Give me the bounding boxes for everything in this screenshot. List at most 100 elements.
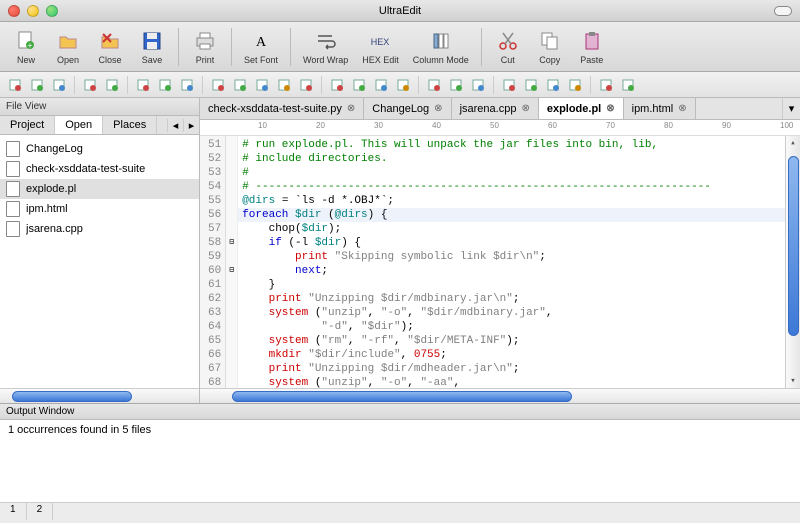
toolbar2-button[interactable] bbox=[156, 76, 174, 94]
toolbar2-button[interactable] bbox=[394, 76, 412, 94]
code-line: system ("rm", "-rf", "$dir/META-INF"); bbox=[242, 334, 779, 348]
output-tab[interactable]: 2 bbox=[27, 503, 54, 520]
scrollbar-thumb[interactable] bbox=[788, 156, 799, 336]
toolbar2-button[interactable] bbox=[522, 76, 540, 94]
paste-button[interactable]: Paste bbox=[572, 26, 612, 67]
sidebar-tab-places[interactable]: Places bbox=[103, 116, 157, 134]
toolbar2-button[interactable] bbox=[28, 76, 46, 94]
hex-edit-button[interactable]: HEXHEX Edit bbox=[356, 26, 405, 67]
file-list-item[interactable]: explode.pl bbox=[0, 179, 199, 199]
fold-marker[interactable]: ⊟ bbox=[226, 236, 237, 250]
close-tab-icon[interactable]: ⊗ bbox=[347, 103, 355, 114]
toolbar2-button[interactable] bbox=[447, 76, 465, 94]
toolbar2-button[interactable] bbox=[566, 76, 584, 94]
toolbar2-button[interactable] bbox=[544, 76, 562, 94]
toolbar2-button[interactable] bbox=[275, 76, 293, 94]
toolbar-item-label: Open bbox=[57, 55, 79, 65]
tabs-overflow-button[interactable]: ▾ bbox=[782, 98, 800, 119]
close-tab-icon[interactable]: ⊗ bbox=[521, 103, 529, 114]
save-button[interactable]: Save bbox=[132, 26, 172, 67]
toolbar2-button[interactable] bbox=[209, 76, 227, 94]
scrollbar-thumb[interactable] bbox=[232, 391, 572, 402]
print-button[interactable]: Print bbox=[185, 26, 225, 67]
toolbar-separator bbox=[231, 28, 232, 66]
file-list-item[interactable]: jsarena.cpp bbox=[0, 219, 199, 239]
titlebar: UltraEdit bbox=[0, 0, 800, 22]
scrollbar-thumb[interactable] bbox=[12, 391, 132, 402]
zoom-window-button[interactable] bbox=[46, 5, 58, 17]
column-mode-button[interactable]: Column Mode bbox=[407, 26, 475, 67]
code-editor[interactable]: 5152535455565758596061626364656667686970… bbox=[200, 136, 800, 388]
scroll-up-arrow[interactable]: ▴ bbox=[786, 136, 800, 150]
toolbar2-button[interactable] bbox=[253, 76, 271, 94]
file-list-item[interactable]: check-xsddata-test-suite bbox=[0, 159, 199, 179]
close-window-button[interactable] bbox=[8, 5, 20, 17]
toolbar2-button[interactable] bbox=[297, 76, 315, 94]
toolbar2-button[interactable] bbox=[328, 76, 346, 94]
toolbar2-button[interactable] bbox=[231, 76, 249, 94]
ruler-mark: 10 bbox=[258, 121, 267, 130]
toolbar2-button[interactable] bbox=[81, 76, 99, 94]
line-number: 68 bbox=[208, 376, 221, 388]
toolbar2-button[interactable] bbox=[6, 76, 24, 94]
set-font-button[interactable]: ASet Font bbox=[238, 26, 284, 67]
close-button[interactable]: Close bbox=[90, 26, 130, 67]
toolbar-toggle-button[interactable] bbox=[774, 6, 792, 16]
open-button[interactable]: Open bbox=[48, 26, 88, 67]
editor-tab[interactable]: jsarena.cpp⊗ bbox=[452, 98, 539, 119]
copy-button[interactable]: Copy bbox=[530, 26, 570, 67]
toolbar2-button[interactable] bbox=[50, 76, 68, 94]
toolbar2-button[interactable] bbox=[178, 76, 196, 94]
toolbar2-button[interactable] bbox=[500, 76, 518, 94]
minimize-window-button[interactable] bbox=[27, 5, 39, 17]
editor-tab[interactable]: explode.pl⊗ bbox=[539, 98, 624, 119]
file-name-label: check-xsddata-test-suite bbox=[26, 163, 145, 175]
toolbar2-button[interactable] bbox=[469, 76, 487, 94]
close-tab-icon[interactable]: ⊗ bbox=[606, 103, 614, 114]
sidebar-hscrollbar[interactable] bbox=[0, 388, 199, 403]
toolbar2-button[interactable] bbox=[425, 76, 443, 94]
output-title: Output Window bbox=[0, 404, 800, 420]
toolbar-item-label: Column Mode bbox=[413, 55, 469, 65]
editor-tab[interactable]: ipm.html ⊗ bbox=[624, 98, 696, 119]
code-line: @dirs = `ls -d *.OBJ*`; bbox=[242, 194, 779, 208]
output-tab[interactable]: 1 bbox=[0, 503, 27, 520]
sidebar-tab-project[interactable]: Project bbox=[0, 116, 55, 134]
fold-marker bbox=[226, 362, 237, 376]
new-button[interactable]: +New bbox=[6, 26, 46, 67]
toolbar-separator bbox=[321, 76, 322, 94]
sidebar-nav-arrow[interactable]: ▸ bbox=[183, 119, 199, 132]
toolbar2-button[interactable] bbox=[619, 76, 637, 94]
toolbar-separator bbox=[493, 76, 494, 94]
word-wrap-button[interactable]: Word Wrap bbox=[297, 26, 354, 67]
file-name-label: ChangeLog bbox=[26, 143, 83, 155]
fold-marker bbox=[226, 334, 237, 348]
sidebar-tab-open[interactable]: Open bbox=[55, 116, 103, 134]
fold-marker bbox=[226, 194, 237, 208]
editor-tab[interactable]: check-xsddata-test-suite.py⊗ bbox=[200, 98, 364, 119]
file-list-item[interactable]: ChangeLog bbox=[0, 139, 199, 159]
code-line: } bbox=[242, 278, 779, 292]
close-tab-icon[interactable]: ⊗ bbox=[434, 103, 442, 114]
line-number: 66 bbox=[208, 348, 221, 362]
fold-marker[interactable]: ⊟ bbox=[226, 264, 237, 278]
code-content[interactable]: # run explode.pl. This will unpack the j… bbox=[238, 136, 785, 388]
editor-tab[interactable]: ChangeLog⊗ bbox=[364, 98, 451, 119]
sidebar-nav-arrow[interactable]: ◂ bbox=[167, 119, 183, 132]
editor-area: check-xsddata-test-suite.py⊗ChangeLog⊗js… bbox=[200, 98, 800, 403]
tab-label: ipm.html bbox=[632, 103, 674, 115]
output-panel: Output Window 1 occurrences found in 5 f… bbox=[0, 403, 800, 520]
output-tabs: 12 bbox=[0, 502, 800, 520]
file-list-item[interactable]: ipm.html bbox=[0, 199, 199, 219]
toolbar2-button[interactable] bbox=[350, 76, 368, 94]
line-number: 55 bbox=[208, 194, 221, 208]
toolbar2-button[interactable] bbox=[134, 76, 152, 94]
scroll-down-arrow[interactable]: ▾ bbox=[786, 374, 800, 388]
close-tab-icon[interactable]: ⊗ bbox=[678, 103, 686, 114]
cut-button[interactable]: Cut bbox=[488, 26, 528, 67]
toolbar2-button[interactable] bbox=[597, 76, 615, 94]
editor-vscrollbar[interactable]: ▴ ▾ bbox=[785, 136, 800, 388]
toolbar2-button[interactable] bbox=[103, 76, 121, 94]
editor-hscrollbar[interactable] bbox=[200, 388, 800, 403]
toolbar2-button[interactable] bbox=[372, 76, 390, 94]
